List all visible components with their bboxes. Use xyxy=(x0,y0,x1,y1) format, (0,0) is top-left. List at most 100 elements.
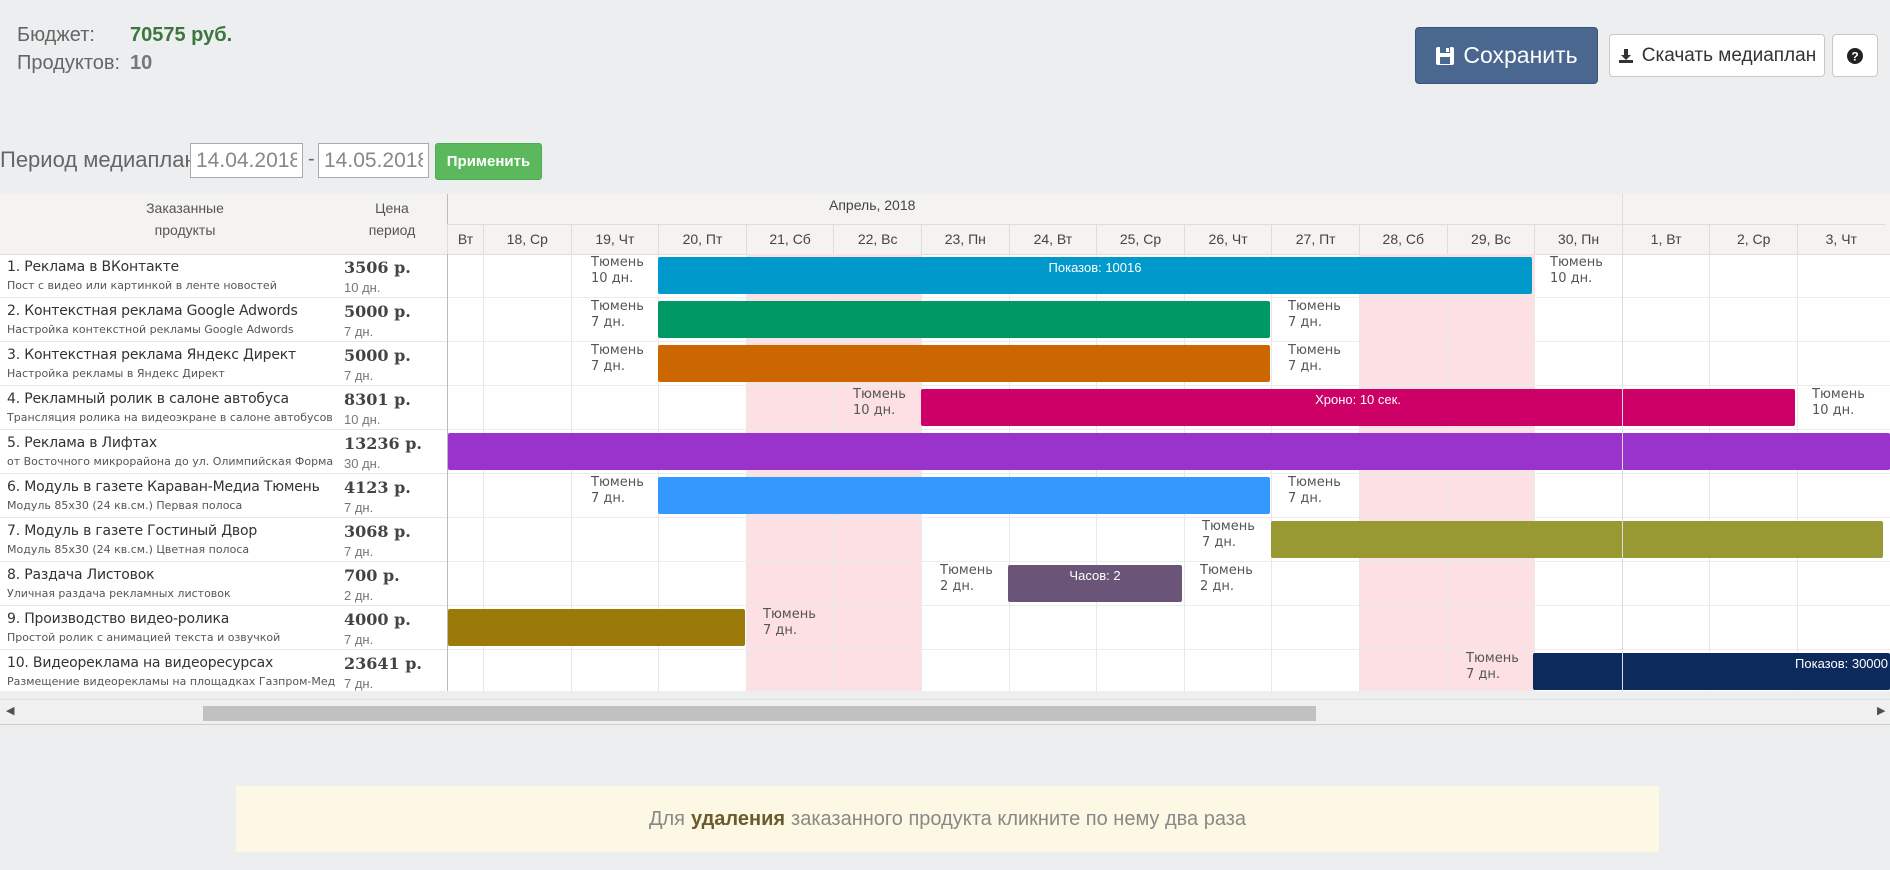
location-note: Тюмень 2 дн. xyxy=(940,563,993,594)
product-price: 5000 р. xyxy=(344,346,411,365)
location-note: Тюмень 7 дн. xyxy=(1288,299,1341,330)
product-name: 5. Реклама в Лифтах xyxy=(7,435,157,451)
product-duration: 2 дн. xyxy=(344,588,374,603)
product-description: Пост с видео или картинкой в ленте новос… xyxy=(7,279,277,292)
day-header: 3, Чт xyxy=(1797,224,1885,254)
location-note: Тюмень 7 дн. xyxy=(1288,475,1341,506)
horizontal-scrollbar[interactable]: ◀ ▶ xyxy=(0,699,1890,725)
product-description: Модуль 85х30 (24 кв.см.) Цветная полоса xyxy=(7,543,250,556)
product-price: 5000 р. xyxy=(344,302,411,321)
location-note: Тюмень 10 дн. xyxy=(591,255,644,286)
day-header: 21, Сб xyxy=(745,224,834,254)
download-mediaplan-button[interactable]: Скачать медиаплан xyxy=(1609,34,1825,77)
scroll-thumb[interactable] xyxy=(203,706,1316,721)
product-row[interactable]: 10. Видеореклама на видеоресурсах Размеще… xyxy=(0,650,447,691)
product-price: 13236 р. xyxy=(344,434,422,453)
row-divider xyxy=(447,429,1890,430)
product-price: 4123 р. xyxy=(344,478,411,497)
product-duration: 7 дн. xyxy=(344,544,374,559)
campaign-bar[interactable]: Часов: 2 xyxy=(1008,565,1182,602)
month-label: Апрель, 2018 xyxy=(829,197,916,213)
product-description: Настройка контекстной рекламы Google Adw… xyxy=(7,323,294,336)
product-row[interactable]: 8. Раздача Листовок Уличная раздача рекла… xyxy=(0,562,447,606)
product-price: 3506 р. xyxy=(344,258,411,277)
location-note: Тюмень 7 дн. xyxy=(591,343,644,374)
day-header: 18, Ср xyxy=(483,224,571,254)
product-description: от Восточного микрорайона до ул. Олимпий… xyxy=(7,455,334,468)
product-duration: 10 дн. xyxy=(344,280,381,295)
day-header: 20, Пт xyxy=(658,224,746,254)
product-row[interactable]: 6. Модуль в газете Караван-Медиа Тюмень М… xyxy=(0,474,447,518)
campaign-bar[interactable] xyxy=(658,301,1270,338)
column-separator xyxy=(447,194,448,691)
product-duration: 7 дн. xyxy=(344,324,374,339)
location-note: Тюмень 10 дн. xyxy=(1550,255,1603,286)
product-name: 2. Контекстная реклама Google Adwords xyxy=(7,303,298,319)
day-header: 1, Вт xyxy=(1621,224,1710,254)
product-row[interactable]: 9. Производство видео-ролика Простой роли… xyxy=(0,606,447,650)
apply-button[interactable]: Применить xyxy=(435,143,542,180)
day-header: 29, Вс xyxy=(1446,224,1535,254)
product-duration: 7 дн. xyxy=(344,368,374,383)
product-row[interactable]: 4. Рекламный ролик в салоне автобуса Тран… xyxy=(0,386,447,430)
download-button-label: Скачать медиаплан xyxy=(1641,44,1817,66)
bar-label: Часов: 2 xyxy=(1069,568,1121,583)
budget-label: Бюджет: xyxy=(17,24,95,46)
scroll-right-arrow-icon[interactable]: ▶ xyxy=(1877,704,1885,717)
product-row[interactable]: 2. Контекстная реклама Google Adwords Нас… xyxy=(0,298,447,342)
row-divider xyxy=(447,385,1890,386)
hint-after: заказанного продукта кликните по нему дв… xyxy=(791,807,1247,830)
product-duration: 30 дн. xyxy=(344,456,381,471)
campaign-bar[interactable] xyxy=(658,345,1270,382)
day-header: 28, Сб xyxy=(1359,224,1447,254)
product-row[interactable]: 3. Контекстная реклама Яндекс Директ Наст… xyxy=(0,342,447,386)
location-note: Тюмень 7 дн. xyxy=(1466,651,1519,682)
day-header: 30, Пн xyxy=(1534,224,1622,254)
campaign-bar[interactable] xyxy=(448,609,745,646)
bar-label: Показов: 10016 xyxy=(1048,260,1142,275)
product-price: 3068 р. xyxy=(344,522,411,541)
product-name: 6. Модуль в газете Караван-Медиа Тюмень xyxy=(7,479,320,495)
budget-value: 70575 руб. xyxy=(130,24,233,46)
products-header: Заказанные продукты Цена период xyxy=(0,194,447,255)
product-name: 1. Реклама в ВКонтакте xyxy=(7,259,179,275)
period-from-input[interactable] xyxy=(190,143,303,178)
day-header: 27, Пт xyxy=(1271,224,1359,254)
campaign-bar[interactable] xyxy=(448,433,1890,470)
product-description: Трансляция ролика на видеоэкране в салон… xyxy=(7,411,333,424)
product-row[interactable]: 5. Реклама в Лифтах от Восточного микрора… xyxy=(0,430,447,474)
row-divider xyxy=(447,341,1890,342)
product-description: Простой ролик с анимацией текста и озвуч… xyxy=(7,631,281,644)
scroll-left-arrow-icon[interactable]: ◀ xyxy=(6,704,14,717)
product-duration: 7 дн. xyxy=(344,676,374,691)
day-header: 2, Ср xyxy=(1709,224,1797,254)
help-button[interactable]: ? xyxy=(1832,34,1878,77)
location-note: Тюмень 7 дн. xyxy=(591,475,644,506)
campaign-bar[interactable]: Показов: 30000 xyxy=(1533,653,1890,690)
product-duration: 7 дн. xyxy=(344,632,374,647)
month-divider xyxy=(1621,194,1623,691)
day-header: 26, Чт xyxy=(1183,224,1272,254)
product-name: 9. Производство видео-ролика xyxy=(7,611,230,627)
save-button[interactable]: Сохранить xyxy=(1415,27,1598,84)
product-duration: 7 дн. xyxy=(344,500,374,515)
campaign-bar[interactable] xyxy=(1271,521,1883,558)
day-header: 25, Ср xyxy=(1096,224,1184,254)
col-price-header: Цена период xyxy=(368,200,416,238)
campaign-bar[interactable]: Хроно: 10 сек. xyxy=(921,389,1795,426)
hint-bold: удаления xyxy=(690,807,786,830)
day-header: 23, Пн xyxy=(921,224,1009,254)
campaign-bar[interactable]: Показов: 10016 xyxy=(658,257,1532,294)
row-divider xyxy=(447,297,1890,298)
floppy-disk-icon xyxy=(1436,46,1455,65)
product-row[interactable]: 7. Модуль в газете Гостиный Двор Модуль 8… xyxy=(0,518,447,562)
period-to-input[interactable] xyxy=(318,143,429,178)
product-name: 4. Рекламный ролик в салоне автобуса xyxy=(7,391,289,407)
col-products-header: Заказанные продукты xyxy=(146,200,224,238)
product-price: 23641 р. xyxy=(344,654,422,673)
product-row[interactable]: 1. Реклама в ВКонтакте Пост с видео или к… xyxy=(0,254,447,298)
location-note: Тюмень 7 дн. xyxy=(1202,519,1255,550)
products-label: Продуктов: xyxy=(17,52,121,74)
row-divider xyxy=(447,605,1890,606)
campaign-bar[interactable] xyxy=(658,477,1270,514)
